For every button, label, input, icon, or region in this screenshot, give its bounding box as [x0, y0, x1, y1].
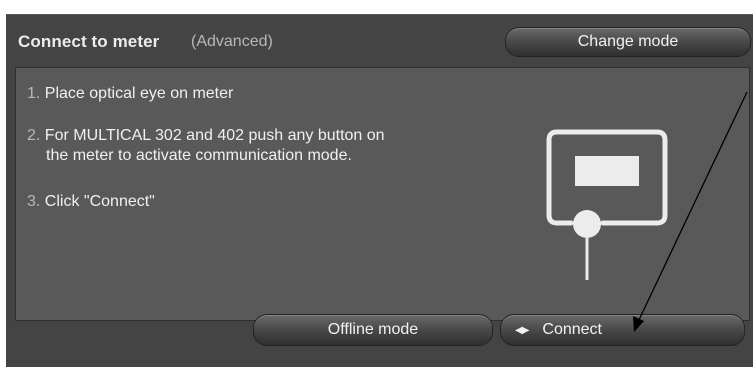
instruction-step-1: 1. Place optical eye on meter [27, 84, 233, 104]
step-number: 1. [27, 85, 41, 102]
connect-arrows-icon: ◀▶ [515, 324, 529, 336]
offline-mode-button[interactable]: Offline mode [253, 314, 493, 346]
step-text-line-1: For MULTICAL 302 and 402 push any button… [44, 127, 385, 144]
connect-button[interactable]: ◀▶ Connect [500, 314, 745, 346]
meter-optical-eye-icon [546, 129, 668, 280]
panel-subtitle: (Advanced) [191, 33, 273, 50]
step-text: Click "Connect" [44, 193, 155, 210]
change-mode-button[interactable]: Change mode [505, 27, 751, 57]
step-number: 2. [27, 127, 41, 144]
connect-button-label: Connect [542, 321, 602, 338]
step-text: Place optical eye on meter [44, 85, 234, 102]
step-text-line-2: the meter to activate communication mode… [46, 147, 352, 164]
panel-title: Connect to meter [18, 32, 160, 51]
instructions-area: 1. Place optical eye on meter 2. For MUL… [15, 67, 750, 321]
instruction-step-3: 3. Click "Connect" [27, 192, 155, 212]
step-number: 3. [27, 193, 41, 210]
instruction-step-2: 2. For MULTICAL 302 and 402 push any but… [27, 126, 427, 166]
